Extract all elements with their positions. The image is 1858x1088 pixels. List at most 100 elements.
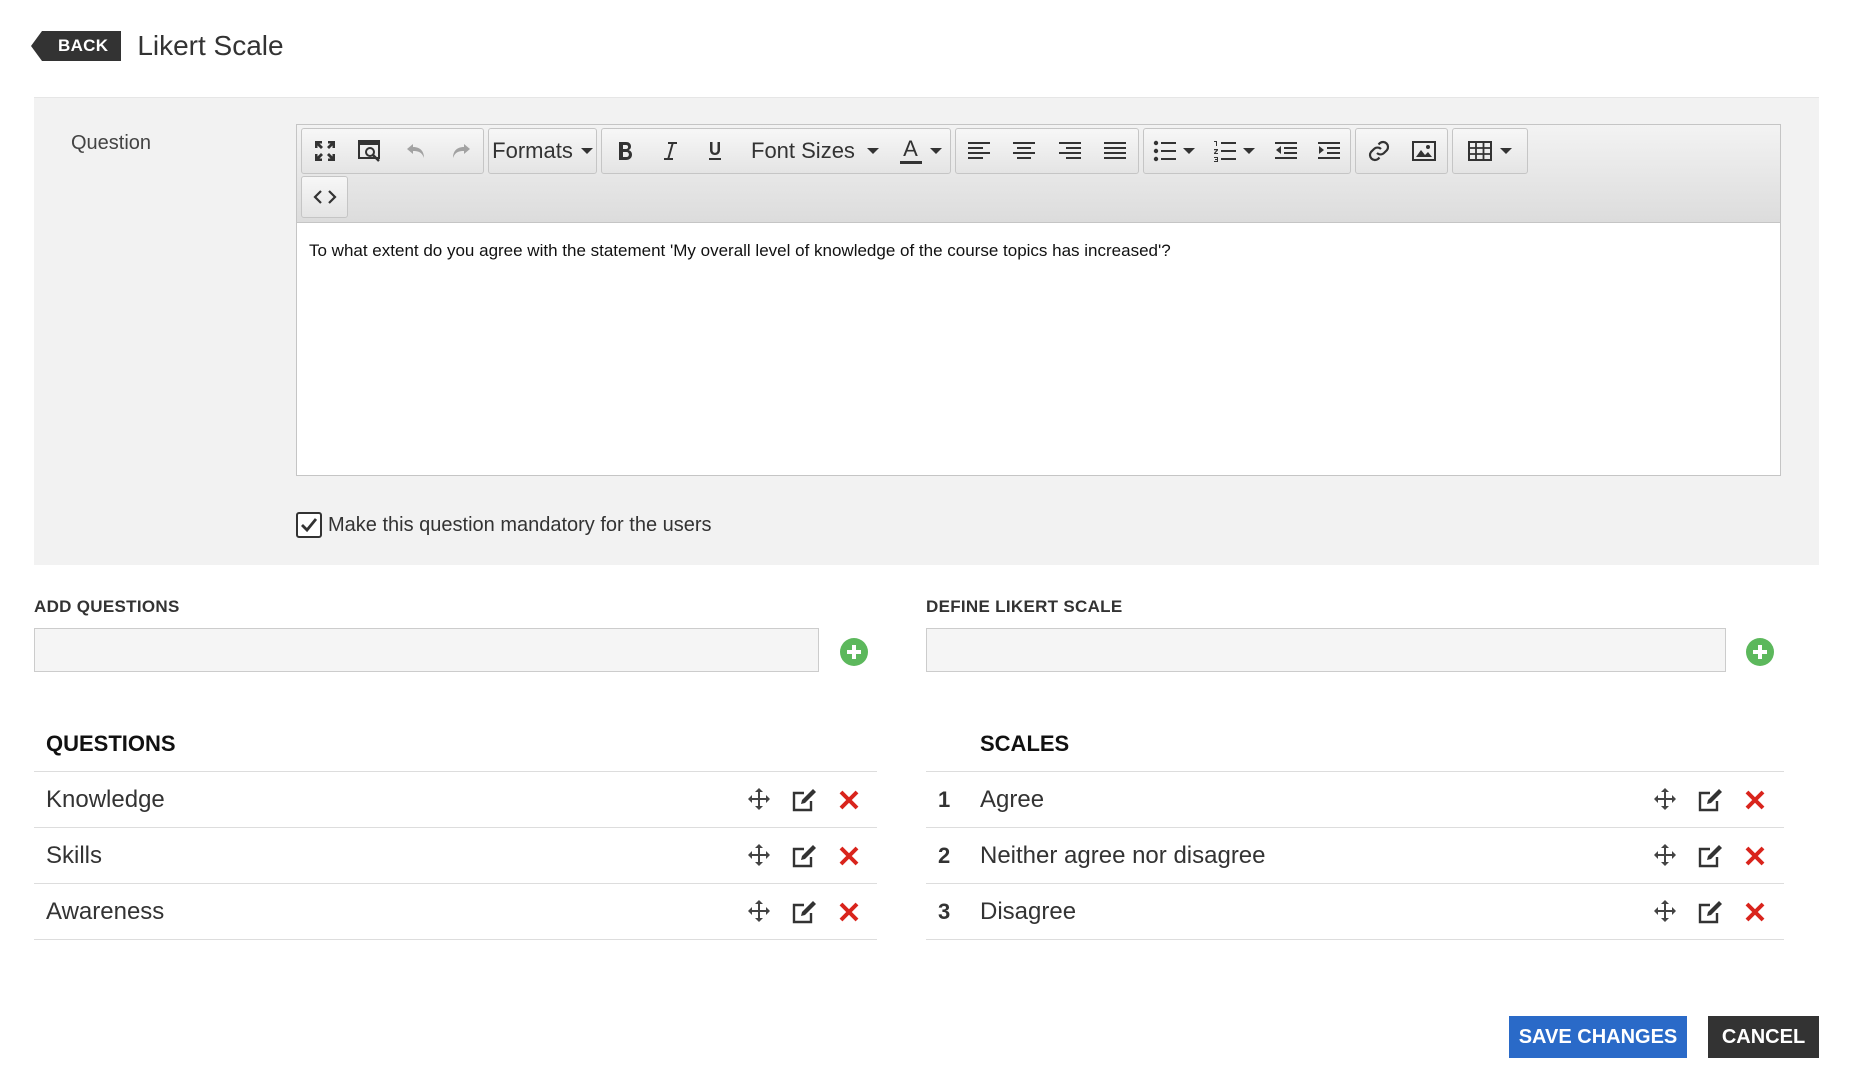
- toolbar-group-align: [955, 128, 1139, 174]
- bullet-list-dropdown[interactable]: [1144, 129, 1204, 173]
- list-item: 1 Agree: [926, 772, 1784, 828]
- link-icon[interactable]: [1356, 129, 1401, 173]
- move-icon[interactable]: [1642, 828, 1687, 884]
- question-panel: Question Formats Font Sizes A To what ex…: [34, 97, 1819, 565]
- toolbar-group-table: [1452, 128, 1528, 174]
- add-questions-title: ADD QUESTIONS: [34, 597, 180, 616]
- indent-icon[interactable]: [1307, 129, 1350, 173]
- undo-icon[interactable]: [393, 129, 438, 173]
- numbered-list-dropdown[interactable]: [1204, 129, 1264, 173]
- toolbar-group-text: Font Sizes A: [601, 128, 951, 174]
- edit-icon[interactable]: [781, 828, 826, 884]
- cancel-button[interactable]: CANCEL: [1708, 1016, 1819, 1058]
- align-center-icon[interactable]: [1001, 129, 1047, 173]
- delete-icon[interactable]: [1732, 772, 1777, 828]
- editor-content[interactable]: To what extent do you agree with the sta…: [309, 241, 1171, 261]
- edit-icon[interactable]: [781, 884, 826, 940]
- image-icon[interactable]: [1401, 129, 1447, 173]
- source-code-icon[interactable]: [302, 177, 347, 217]
- scales-header: SCALES: [926, 716, 1784, 772]
- list-item: Awareness: [34, 884, 877, 940]
- add-question-plus-icon[interactable]: [840, 638, 868, 666]
- formats-button[interactable]: Formats: [489, 129, 596, 173]
- scale-number: 1: [938, 786, 951, 812]
- align-left-icon[interactable]: [956, 129, 1001, 173]
- toolbar-group-insert: [1355, 128, 1448, 174]
- delete-icon[interactable]: [1732, 884, 1777, 940]
- likert-scale-page: BACK Likert Scale Question Formats Font …: [0, 0, 1858, 1088]
- font-sizes-label: Font Sizes: [751, 138, 855, 163]
- list-item: 3 Disagree: [926, 884, 1784, 940]
- numbered-list-icon: [1214, 141, 1236, 162]
- chevron-down-icon: [1183, 148, 1195, 154]
- questions-list: QUESTIONS Knowledge Skills Awareness: [34, 716, 877, 940]
- save-changes-button[interactable]: SAVE CHANGES: [1509, 1016, 1687, 1058]
- move-icon[interactable]: [736, 828, 781, 884]
- scale-label: Disagree: [980, 897, 1077, 925]
- chevron-down-icon: [1500, 148, 1512, 154]
- chevron-down-icon: [1243, 148, 1255, 154]
- delete-icon[interactable]: [826, 828, 871, 884]
- question-label: Knowledge: [46, 785, 165, 813]
- add-scale-plus-icon[interactable]: [1746, 638, 1774, 666]
- scale-label: Neither agree nor disagree: [980, 841, 1266, 869]
- align-justify-icon[interactable]: [1092, 129, 1138, 173]
- delete-icon[interactable]: [1732, 828, 1777, 884]
- font-color-icon: A: [899, 137, 922, 164]
- move-icon[interactable]: [1642, 772, 1687, 828]
- italic-icon[interactable]: [647, 129, 692, 173]
- row-actions: [1642, 772, 1777, 828]
- delete-icon[interactable]: [826, 772, 871, 828]
- back-button[interactable]: BACK: [30, 31, 122, 61]
- scales-list: SCALES 1 Agree 2 Neither agree nor disag…: [926, 716, 1784, 940]
- chevron-down-icon: [867, 148, 879, 154]
- toolbar-group-lists: [1143, 128, 1351, 174]
- bold-icon[interactable]: [602, 129, 647, 173]
- question-label: Question: [71, 132, 152, 154]
- chevron-down-icon: [580, 148, 593, 154]
- row-actions: [1642, 884, 1777, 940]
- redo-icon[interactable]: [438, 129, 483, 173]
- list-item: Knowledge: [34, 772, 877, 828]
- fullscreen-icon[interactable]: [302, 129, 347, 173]
- bullet-list-icon: [1153, 140, 1176, 162]
- page-title: Likert Scale: [137, 30, 284, 61]
- list-item: 2 Neither agree nor disagree: [926, 828, 1784, 884]
- add-question-input[interactable]: [34, 628, 819, 672]
- edit-icon[interactable]: [1687, 828, 1732, 884]
- define-scale-title: DEFINE LIKERT SCALE: [926, 597, 1123, 616]
- table-icon: [1468, 141, 1492, 161]
- toolbar-group-view: [301, 128, 484, 174]
- checkmark-icon: [301, 518, 318, 533]
- row-actions: [736, 772, 871, 828]
- move-icon[interactable]: [736, 884, 781, 940]
- scale-number: 2: [938, 842, 951, 868]
- outdent-icon[interactable]: [1264, 129, 1307, 173]
- underline-icon[interactable]: [692, 129, 737, 173]
- edit-icon[interactable]: [1687, 772, 1732, 828]
- question-label: Skills: [46, 841, 103, 869]
- rich-text-editor: Formats Font Sizes A To what extent do y…: [296, 124, 1781, 476]
- edit-icon[interactable]: [781, 772, 826, 828]
- row-actions: [736, 884, 871, 940]
- add-scale-input[interactable]: [926, 628, 1726, 672]
- font-sizes-dropdown[interactable]: Font Sizes: [737, 129, 891, 173]
- question-label: Awareness: [46, 897, 165, 925]
- mandatory-checkbox[interactable]: [296, 512, 322, 538]
- preview-icon[interactable]: [347, 129, 393, 173]
- questions-header: QUESTIONS: [34, 716, 877, 772]
- font-color-dropdown[interactable]: A: [891, 129, 950, 173]
- formats-dropdown[interactable]: Formats: [488, 128, 597, 174]
- page-header: BACK Likert Scale: [30, 26, 284, 66]
- align-right-icon[interactable]: [1047, 129, 1092, 173]
- toolbar-group-source: [301, 176, 348, 218]
- scale-label: Agree: [980, 785, 1045, 813]
- move-icon[interactable]: [1642, 884, 1687, 940]
- mandatory-label: Make this question mandatory for the use…: [328, 513, 712, 536]
- row-actions: [736, 828, 871, 884]
- move-icon[interactable]: [736, 772, 781, 828]
- delete-icon[interactable]: [826, 884, 871, 940]
- edit-icon[interactable]: [1687, 884, 1732, 940]
- table-dropdown[interactable]: [1453, 129, 1527, 173]
- chevron-down-icon: [929, 148, 942, 154]
